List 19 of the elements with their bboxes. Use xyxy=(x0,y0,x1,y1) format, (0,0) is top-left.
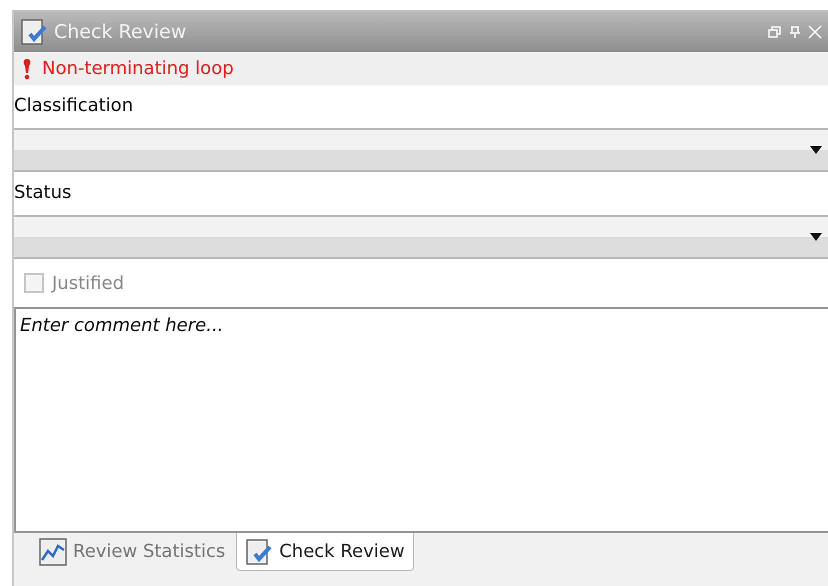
tab[interactable]: Check Review xyxy=(236,533,414,571)
tab[interactable]: Review Statistics xyxy=(30,533,234,571)
dropdown[interactable] xyxy=(14,128,828,172)
field-label: Status xyxy=(14,181,72,205)
checkbox-label: Justified xyxy=(52,272,124,294)
checklist-icon xyxy=(20,18,48,46)
restore-icon[interactable] xyxy=(768,25,782,39)
dropdown[interactable] xyxy=(14,215,828,259)
warning-text: Non-terminating loop xyxy=(42,58,234,79)
close-icon[interactable] xyxy=(808,25,822,39)
exclamation-icon xyxy=(22,58,32,80)
window-title: Check Review xyxy=(54,21,188,43)
field-label: Classification xyxy=(14,94,134,118)
checklist-icon xyxy=(245,538,274,566)
dropdown-caret-icon xyxy=(810,233,822,241)
comment-field[interactable]: Enter comment here... xyxy=(14,307,828,533)
dropdown-caret-icon xyxy=(810,146,822,154)
chart-icon xyxy=(39,538,67,566)
pin-icon[interactable] xyxy=(788,25,802,39)
